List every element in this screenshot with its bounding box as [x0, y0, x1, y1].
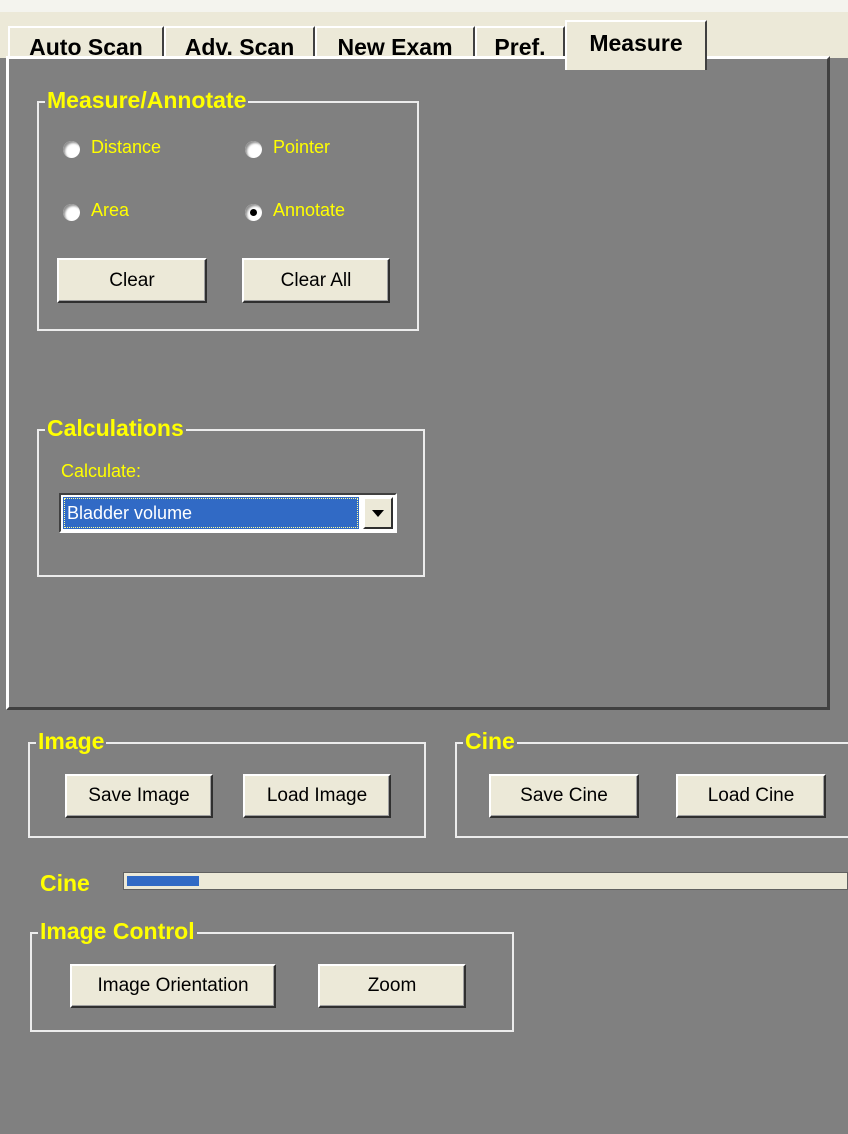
save-cine-button[interactable]: Save Cine — [489, 774, 639, 818]
measure-tab-panel: Measure/Annotate Distance Pointer Area A… — [6, 56, 830, 710]
chevron-down-icon — [372, 509, 384, 517]
calculation-select-value: Bladder volume — [63, 497, 359, 529]
save-image-button[interactable]: Save Image — [65, 774, 213, 818]
annotate-label[interactable]: Annotate — [273, 200, 345, 221]
tab-measure[interactable]: Measure — [565, 20, 707, 70]
top-strip — [0, 0, 848, 12]
load-image-button[interactable]: Load Image — [243, 774, 391, 818]
pointer-label[interactable]: Pointer — [273, 137, 330, 158]
dropdown-arrow-button[interactable] — [363, 497, 393, 529]
calculation-select[interactable]: Bladder volume — [59, 493, 397, 533]
cine-progress-slider[interactable] — [123, 872, 848, 890]
cine-group: Cine Save Cine Load Cine — [455, 727, 848, 838]
cine-slider-label: Cine — [40, 870, 90, 896]
image-control-title: Image Control — [38, 917, 197, 945]
area-radio[interactable] — [63, 204, 80, 221]
radio-selected-dot — [250, 209, 257, 216]
cine-progress-fill — [127, 876, 200, 886]
calculate-label: Calculate: — [61, 461, 142, 481]
distance-label[interactable]: Distance — [91, 137, 161, 158]
annotate-radio[interactable] — [245, 204, 262, 221]
measure-annotate-title: Measure/Annotate — [45, 86, 249, 114]
tab-bar: Auto Scan Adv. Scan New Exam Pref. Measu… — [0, 12, 848, 70]
image-orientation-button[interactable]: Image Orientation — [70, 964, 276, 1008]
calculations-group: Calculations Calculate: Bladder volume — [37, 414, 425, 577]
cine-group-title: Cine — [463, 727, 517, 755]
zoom-button[interactable]: Zoom — [318, 964, 466, 1008]
image-group-title: Image — [36, 727, 107, 755]
clear-button[interactable]: Clear — [57, 258, 207, 303]
pointer-radio[interactable] — [245, 141, 262, 158]
measure-annotate-group: Measure/Annotate Distance Pointer Area A… — [37, 86, 419, 331]
image-group: Image Save Image Load Image — [28, 727, 426, 838]
clear-all-button[interactable]: Clear All — [242, 258, 390, 303]
distance-radio[interactable] — [63, 141, 80, 158]
image-control-group: Image Control Image Orientation Zoom — [30, 917, 514, 1032]
area-label[interactable]: Area — [91, 200, 129, 221]
load-cine-button[interactable]: Load Cine — [676, 774, 826, 818]
calculations-title: Calculations — [45, 414, 186, 442]
